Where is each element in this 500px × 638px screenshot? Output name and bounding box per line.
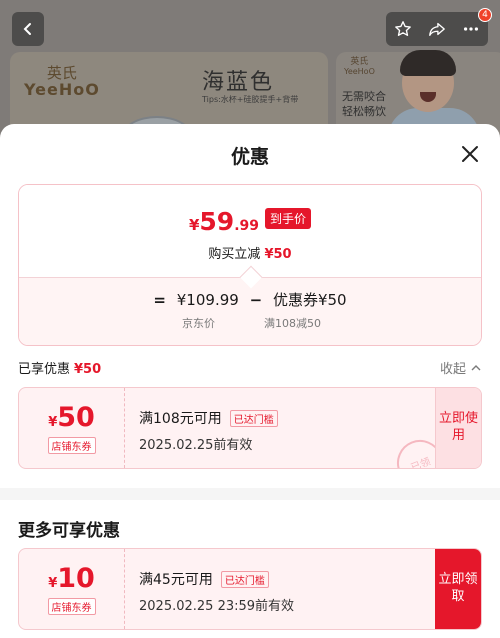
collapse-button[interactable]: 收起	[440, 358, 482, 377]
top-action-bar	[386, 12, 488, 46]
coupon-condition: 满45元可用	[139, 572, 213, 588]
coupon-value: ¥10 店铺东券	[19, 549, 125, 629]
notification-badge: 4	[478, 8, 492, 22]
discount-sheet: 优惠 ¥ 59 .99 到手价 购买立减 ¥50 = ¥109.99 − 优惠券¥…	[0, 124, 500, 638]
enjoyed-discount-row: 已享优惠 ¥50 收起	[18, 356, 482, 378]
final-price-tag: 到手价	[265, 208, 312, 229]
brand-logo: 英氏 YeeHoO	[24, 64, 100, 99]
banner-subtitle: Tips:水杯+硅胶提手+背带	[202, 95, 299, 104]
banner-title: 海蓝色	[202, 70, 275, 95]
chevron-left-icon	[23, 23, 31, 35]
use-now-button[interactable]: 立即使用	[435, 388, 481, 468]
coupon-value: ¥50 店铺东券	[19, 388, 125, 468]
claim-now-button[interactable]: 立即领取	[435, 549, 481, 629]
child-hair	[400, 50, 456, 76]
jd-price-label: 京东价	[182, 317, 215, 330]
sheet-title: 优惠	[230, 146, 269, 168]
coupon-type-tag: 店铺东券	[47, 598, 96, 615]
close-icon[interactable]	[458, 142, 482, 166]
coupon-validity: 2025.02.25 23:59前有效	[139, 599, 295, 614]
coupon-rule-label: 满108减50	[264, 317, 321, 330]
back-button[interactable]	[12, 12, 44, 46]
threshold-tag: 已达门槛	[220, 570, 269, 588]
reduce-line: 购买立减 ¥50	[208, 247, 292, 262]
available-coupon-card: ¥10 店铺东券 满45元可用 已达门槛 2025.02.25 23:59前有效 …	[18, 548, 482, 630]
price-summary-card: ¥ 59 .99 到手价 购买立减 ¥50 = ¥109.99 − 优惠券¥50 …	[18, 184, 482, 346]
star-icon[interactable]	[394, 20, 412, 38]
coupon-type-tag: 店铺东券	[47, 437, 96, 454]
chevron-up-icon	[471, 364, 481, 370]
more-icon[interactable]	[462, 20, 480, 38]
price-formula: = ¥109.99 − 优惠券¥50	[153, 291, 347, 309]
coupon-validity: 2025.02.25前有效	[139, 438, 253, 453]
coupon-condition: 满108元可用	[139, 411, 222, 427]
share-icon[interactable]	[428, 20, 446, 38]
applied-coupon-card: ¥50 店铺东券 满108元可用 已达门槛 2025.02.25前有效 已领 立即…	[18, 387, 482, 469]
section-divider	[0, 488, 500, 500]
final-price: ¥ 59 .99 到手价	[19, 207, 481, 236]
promo-text: 无需咬合 轻松畅饮	[342, 90, 386, 118]
more-discounts-title: 更多可享优惠	[18, 521, 120, 541]
threshold-tag: 已达门槛	[229, 409, 278, 427]
brand-logo-small: 英氏 YeeHoO	[344, 57, 375, 76]
